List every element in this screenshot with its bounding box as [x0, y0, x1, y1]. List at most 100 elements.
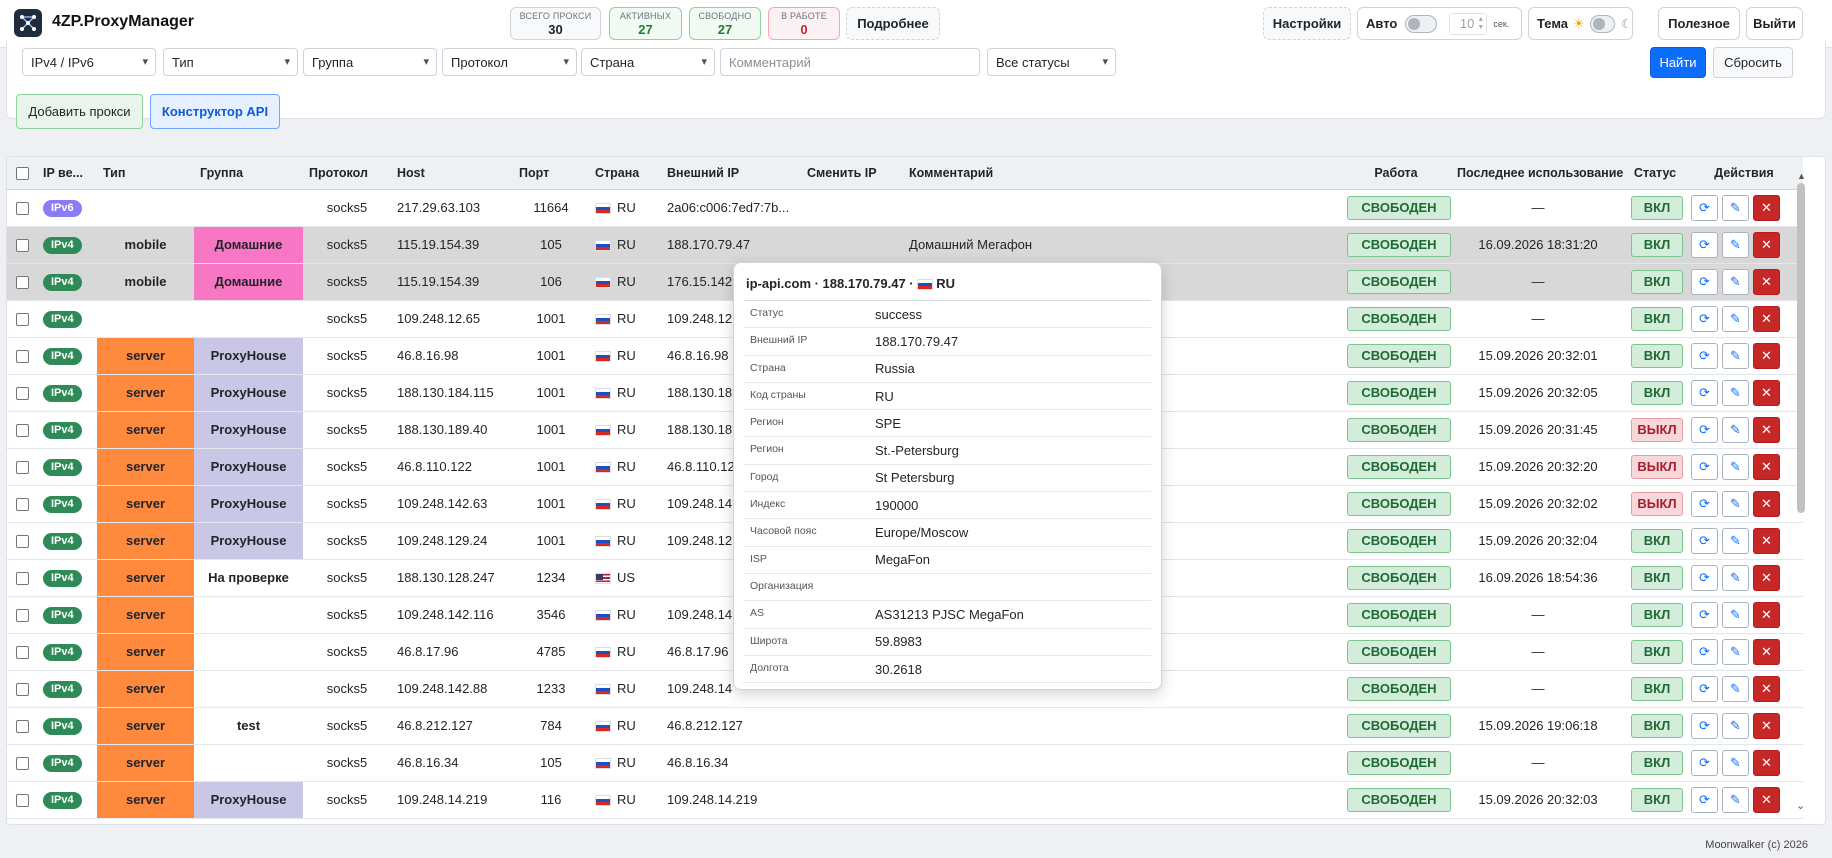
- external-ip-cell[interactable]: 188.170.79.47: [661, 226, 801, 264]
- delete-x-icon[interactable]: ✕: [1753, 786, 1780, 813]
- table-row[interactable]: IPv4 server test socks5 46.8.212.127 784 RU 46.…: [7, 707, 1803, 745]
- delete-x-icon[interactable]: ✕: [1753, 416, 1780, 443]
- edit-pencil-icon[interactable]: ✎: [1722, 379, 1749, 406]
- row-checkbox[interactable]: [15, 757, 29, 771]
- table-row[interactable]: IPv6 socks5 217.29.63.103 11664 RU 2a06:c006:…: [7, 189, 1803, 227]
- edit-pencil-icon[interactable]: ✎: [1722, 416, 1749, 443]
- useful-button[interactable]: Полезное: [1658, 7, 1740, 40]
- row-checkbox[interactable]: [15, 683, 29, 697]
- refresh-icon[interactable]: ⟳: [1691, 564, 1718, 591]
- scroll-down-icon[interactable]: ⌄: [1796, 799, 1805, 812]
- edit-pencil-icon[interactable]: ✎: [1722, 527, 1749, 554]
- edit-pencil-icon[interactable]: ✎: [1722, 305, 1749, 332]
- logout-button[interactable]: Выйти: [1746, 7, 1803, 40]
- delete-x-icon[interactable]: ✕: [1753, 194, 1780, 221]
- ip-version-select[interactable]: IPv4 / IPv6: [22, 48, 156, 76]
- external-ip-cell[interactable]: 46.8.16.34: [661, 744, 801, 782]
- col-work[interactable]: Работа: [1341, 157, 1451, 190]
- row-checkbox[interactable]: [15, 646, 29, 660]
- delete-x-icon[interactable]: ✕: [1753, 601, 1780, 628]
- status-toggle-badge[interactable]: ВКЛ: [1631, 232, 1683, 257]
- col-protocol[interactable]: Протокол: [303, 157, 391, 190]
- row-checkbox[interactable]: [15, 609, 29, 623]
- status-toggle-badge[interactable]: ВКЛ: [1631, 528, 1683, 553]
- protocol-select[interactable]: Протокол: [442, 48, 577, 76]
- scroll-up-icon[interactable]: ▲: [1797, 171, 1806, 181]
- status-toggle-badge[interactable]: ВКЛ: [1631, 306, 1683, 331]
- row-checkbox[interactable]: [15, 424, 29, 438]
- country-select[interactable]: Страна: [581, 48, 715, 76]
- add-proxy-button[interactable]: Добавить прокси: [16, 94, 143, 129]
- col-port[interactable]: Порт: [513, 157, 589, 190]
- status-toggle-badge[interactable]: ВЫКЛ: [1631, 454, 1683, 479]
- auto-refresh-toggle[interactable]: [1405, 14, 1438, 33]
- table-row[interactable]: IPv4 server ProxyHouse socks5 109.248.14.219…: [7, 781, 1803, 819]
- status-toggle-badge[interactable]: ВКЛ: [1631, 565, 1683, 590]
- status-toggle-badge[interactable]: ВКЛ: [1631, 380, 1683, 405]
- refresh-icon[interactable]: ⟳: [1691, 379, 1718, 406]
- api-builder-button[interactable]: Конструктор API: [150, 94, 280, 129]
- table-scrollbar[interactable]: ▲ ⌄: [1795, 171, 1807, 812]
- delete-x-icon[interactable]: ✕: [1753, 379, 1780, 406]
- status-toggle-badge[interactable]: ВКЛ: [1631, 602, 1683, 627]
- external-ip-cell[interactable]: 2a06:c006:7ed7:7b...: [661, 189, 801, 227]
- delete-x-icon[interactable]: ✕: [1753, 675, 1780, 702]
- edit-pencil-icon[interactable]: ✎: [1722, 749, 1749, 776]
- col-ip-version[interactable]: IP ве...: [37, 157, 97, 190]
- row-checkbox[interactable]: [15, 535, 29, 549]
- col-country[interactable]: Страна: [589, 157, 661, 190]
- refresh-icon[interactable]: ⟳: [1691, 712, 1718, 739]
- delete-x-icon[interactable]: ✕: [1753, 268, 1780, 295]
- refresh-icon[interactable]: ⟳: [1691, 194, 1718, 221]
- edit-pencil-icon[interactable]: ✎: [1722, 564, 1749, 591]
- refresh-icon[interactable]: ⟳: [1691, 268, 1718, 295]
- delete-x-icon[interactable]: ✕: [1753, 564, 1780, 591]
- refresh-icon[interactable]: ⟳: [1691, 231, 1718, 258]
- table-row[interactable]: IPv4 mobile Домашние socks5 115.19.154.39 105…: [7, 226, 1803, 264]
- row-checkbox[interactable]: [15, 572, 29, 586]
- col-group[interactable]: Группа: [194, 157, 303, 190]
- settings-button[interactable]: Настройки: [1263, 7, 1351, 40]
- row-checkbox[interactable]: [15, 313, 29, 327]
- status-toggle-badge[interactable]: ВЫКЛ: [1631, 417, 1683, 442]
- refresh-icon[interactable]: ⟳: [1691, 638, 1718, 665]
- col-host[interactable]: Host: [391, 157, 513, 190]
- row-checkbox[interactable]: [15, 720, 29, 734]
- edit-pencil-icon[interactable]: ✎: [1722, 231, 1749, 258]
- refresh-icon[interactable]: ⟳: [1691, 416, 1718, 443]
- row-checkbox[interactable]: [15, 498, 29, 512]
- status-toggle-badge[interactable]: ВКЛ: [1631, 787, 1683, 812]
- delete-x-icon[interactable]: ✕: [1753, 638, 1780, 665]
- auto-interval-input[interactable]: 10 ▲ ▼: [1449, 12, 1488, 35]
- refresh-icon[interactable]: ⟳: [1691, 749, 1718, 776]
- type-select[interactable]: Тип: [163, 48, 298, 76]
- col-change-ip[interactable]: Сменить IP: [801, 157, 903, 190]
- refresh-icon[interactable]: ⟳: [1691, 453, 1718, 480]
- delete-x-icon[interactable]: ✕: [1753, 453, 1780, 480]
- status-toggle-badge[interactable]: ВКЛ: [1631, 639, 1683, 664]
- delete-x-icon[interactable]: ✕: [1753, 342, 1780, 369]
- status-toggle-badge[interactable]: ВКЛ: [1631, 195, 1683, 220]
- details-button[interactable]: Подробнее: [846, 7, 940, 40]
- row-checkbox[interactable]: [15, 794, 29, 808]
- reset-button[interactable]: Сбросить: [1713, 47, 1793, 78]
- refresh-icon[interactable]: ⟳: [1691, 490, 1718, 517]
- row-checkbox[interactable]: [15, 461, 29, 475]
- row-checkbox[interactable]: [15, 239, 29, 253]
- status-toggle-badge[interactable]: ВКЛ: [1631, 269, 1683, 294]
- refresh-icon[interactable]: ⟳: [1691, 305, 1718, 332]
- theme-toggle[interactable]: [1589, 14, 1616, 33]
- table-row[interactable]: IPv4 server socks5 46.8.16.34 105 RU 46.8.16.3…: [7, 744, 1803, 782]
- external-ip-cell[interactable]: 46.8.212.127: [661, 707, 801, 745]
- find-button[interactable]: Найти: [1650, 47, 1706, 78]
- edit-pencil-icon[interactable]: ✎: [1722, 490, 1749, 517]
- col-status[interactable]: Статус: [1625, 157, 1685, 190]
- status-select[interactable]: Все статусы: [987, 48, 1116, 76]
- row-checkbox[interactable]: [15, 387, 29, 401]
- status-toggle-badge[interactable]: ВКЛ: [1631, 713, 1683, 738]
- refresh-icon[interactable]: ⟳: [1691, 527, 1718, 554]
- delete-x-icon[interactable]: ✕: [1753, 749, 1780, 776]
- refresh-icon[interactable]: ⟳: [1691, 675, 1718, 702]
- group-select[interactable]: Группа: [303, 48, 437, 76]
- refresh-icon[interactable]: ⟳: [1691, 786, 1718, 813]
